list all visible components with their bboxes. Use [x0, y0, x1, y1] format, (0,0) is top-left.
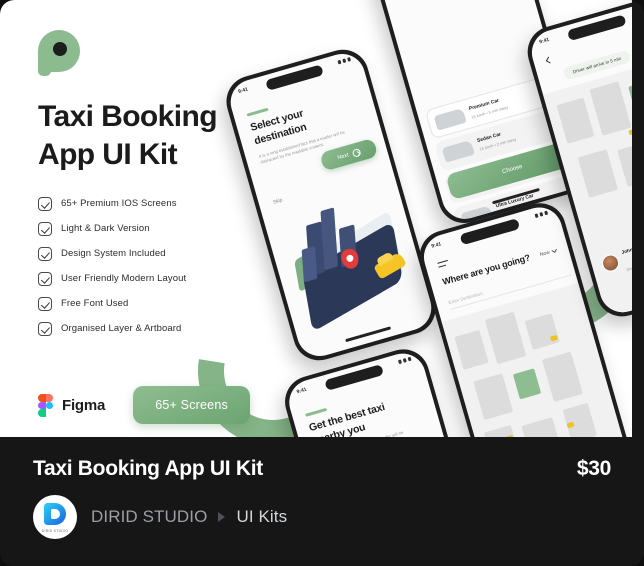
isometric-city-illustration	[269, 181, 434, 343]
list-item: Design System Included	[38, 246, 268, 261]
product-card[interactable]: Taxi Booking App UI Kit 65+ Premium IOS …	[0, 0, 644, 566]
feature-label: Free Font Used	[61, 298, 129, 310]
list-item: 65+ Premium IOS Screens	[38, 196, 268, 211]
status-bar-icons	[534, 210, 549, 219]
status-time: 9:41	[538, 36, 550, 46]
check-icon	[38, 196, 52, 211]
accent-dash	[305, 407, 328, 417]
feature-label: User Friendly Modern Layout	[61, 273, 187, 285]
feature-label: Organised Layer & Artboard	[61, 323, 182, 335]
car-thumbnail-icon	[441, 139, 475, 163]
figma-label: Figma	[62, 396, 106, 414]
skip-link: Skip	[272, 197, 284, 206]
mockup-heading: Get the best taxi nearby you	[307, 401, 387, 437]
map-taxi-marker	[628, 128, 632, 136]
check-icon	[38, 296, 52, 311]
list-item: Organised Layer & Artboard	[38, 321, 268, 336]
location-pin-p-logo-icon	[38, 30, 80, 76]
preview-info-column: Taxi Booking App UI Kit 65+ Premium IOS …	[38, 30, 268, 347]
status-time: 9:41	[430, 241, 443, 250]
product-footer: Taxi Booking App UI Kit $30 DIRID STUDIO…	[0, 437, 644, 566]
driver-avatar	[599, 252, 621, 274]
check-icon	[38, 246, 52, 261]
preview-kit-title: Taxi Booking App UI Kit	[38, 100, 218, 172]
phone-notch	[324, 364, 384, 391]
list-item: Light & Dark Version	[38, 221, 268, 236]
breadcrumb: DIRID STUDIO DIRID STUDIO UI Kits	[33, 495, 287, 539]
next-button-label: Next	[336, 151, 350, 161]
page-title[interactable]: Taxi Booking App UI Kit	[33, 457, 263, 481]
feature-label: Light & Dark Version	[61, 223, 150, 235]
list-item: Free Font Used	[38, 296, 268, 311]
footer-title-row: Taxi Booking App UI Kit $30	[33, 457, 611, 481]
feature-label: 65+ Premium IOS Screens	[61, 198, 177, 210]
feature-list: 65+ Premium IOS Screens Light & Dark Ver…	[38, 196, 268, 336]
hamburger-menu-icon	[437, 259, 450, 270]
avatar[interactable]: DIRID STUDIO	[33, 495, 77, 539]
screens-count-pill: 65+ Screens	[133, 386, 250, 424]
author-link[interactable]: DIRID STUDIO	[91, 507, 207, 527]
figma-badge: Figma	[38, 394, 106, 417]
figma-icon	[38, 394, 53, 417]
back-arrow-icon	[545, 56, 553, 64]
product-preview-image[interactable]: Taxi Booking App UI Kit 65+ Premium IOS …	[0, 0, 632, 437]
driver-name: John Doe	[621, 245, 632, 256]
driver-role: Driver	[625, 264, 632, 273]
status-bar-icons	[397, 356, 412, 365]
product-price: $30	[576, 457, 611, 480]
time-option-dropdown: Now	[539, 247, 557, 259]
check-icon	[38, 221, 52, 236]
time-option-label: Now	[539, 249, 551, 259]
car-thumbnail-icon	[433, 107, 467, 131]
feature-label: Design System Included	[61, 248, 166, 260]
check-icon	[38, 321, 52, 336]
arrow-right-icon	[351, 147, 362, 158]
check-icon	[38, 271, 52, 286]
status-time: 9:41	[296, 386, 308, 396]
chevron-down-icon	[551, 247, 557, 253]
list-item: User Friendly Modern Layout	[38, 271, 268, 286]
map-taxi-marker	[505, 434, 514, 437]
preview-badges-row: Figma 65+ Screens	[38, 386, 250, 424]
phone-notch	[459, 218, 520, 246]
phone-notch	[566, 14, 627, 42]
phone-notch	[265, 64, 324, 91]
category-link[interactable]: UI Kits	[236, 507, 287, 527]
triangle-right-icon	[218, 512, 226, 522]
avatar-caption: DIRID STUDIO	[41, 529, 69, 533]
status-bar-icons	[337, 57, 352, 65]
